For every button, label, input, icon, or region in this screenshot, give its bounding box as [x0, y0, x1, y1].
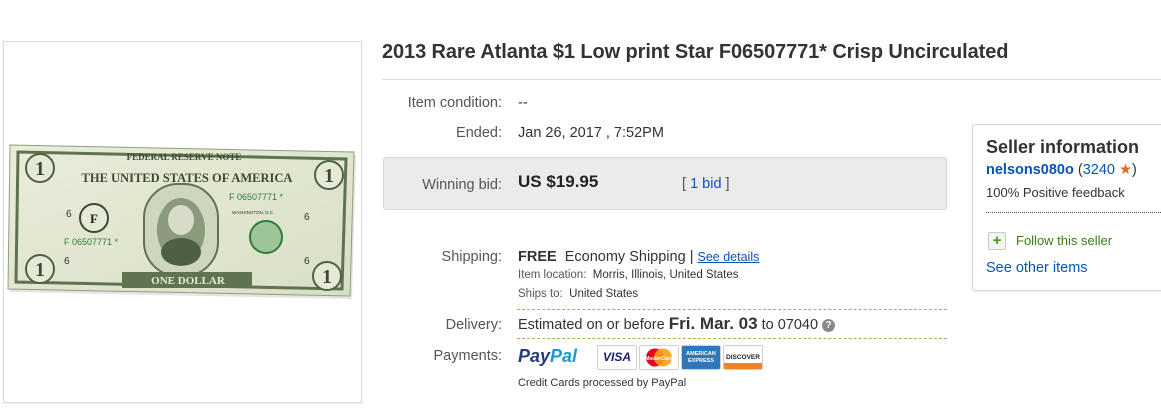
bill-denomination: ONE DOLLAR [151, 275, 226, 287]
star-icon: ★ [1119, 162, 1133, 178]
shipping-value: FREE Economy Shipping | See details [518, 249, 759, 265]
paypal-pal: Pal [550, 346, 578, 366]
bill-washington: WASHINGTON, D.C. [232, 210, 274, 215]
delivery-value: Estimated on or before Fri. Mar. 03 to 0… [518, 314, 836, 334]
item-location-value: Morris, Illinois, United States [592, 269, 739, 281]
delivery-divider-bottom [517, 338, 947, 339]
score-close: ) [1132, 162, 1137, 178]
discover-label: DISCOVER [726, 354, 760, 361]
bid-count-open: [ [682, 176, 687, 192]
ended-value: Jan 26, 2017 , 7:52PM [518, 125, 664, 141]
winning-bid-price: US $19.95 [518, 172, 599, 191]
mastercard-label: MasterCard [645, 356, 673, 362]
winning-bid-label: Winning bid: [422, 177, 502, 193]
bid-count-close: ] [725, 176, 730, 192]
amex-card-icon: AMERICAN EXPRESS [681, 345, 721, 370]
credit-cards-note: Credit Cards processed by PayPal [518, 377, 687, 389]
bill-corner-number: 1 [324, 165, 334, 187]
payments-label: Payments: [433, 348, 503, 364]
positive-feedback: 100% Positive feedback [986, 185, 1125, 200]
follow-plus-icon[interactable]: + [988, 232, 1006, 250]
bill-serial: F 06507771 * [229, 192, 284, 202]
bid-count: [ 1 bid ] [682, 176, 730, 192]
seller-name-link[interactable]: nelsons080o [986, 162, 1074, 178]
listing-title: 2013 Rare Atlanta $1 Low print Star F065… [382, 41, 1009, 63]
dollar-bill-image: FEDERAL RESERVE NOTE THE UNITED STATES O… [7, 144, 356, 299]
delivery-divider-top [517, 309, 947, 310]
item-location: Item location: Morris, Illinois, United … [518, 269, 739, 281]
bill-district-number: 6 [304, 212, 310, 223]
bill-district-number: 6 [66, 209, 72, 220]
title-divider [382, 79, 1161, 80]
item-location-label: Item location: [518, 269, 587, 281]
bill-serial-lower: F 06507771 * [64, 237, 119, 247]
bill-country: THE UNITED STATES OF AMERICA [82, 171, 293, 185]
discover-stripe [724, 363, 762, 369]
bill-corner-number: 1 [322, 266, 332, 288]
bid-count-link[interactable]: 1 bid [690, 176, 721, 192]
ships-to-label: Ships to: [518, 288, 563, 300]
seller-info-title: Seller information [986, 137, 1140, 157]
delivery-label: Delivery: [445, 317, 502, 333]
bill-district-number: 6 [304, 256, 310, 267]
condition-label: Item condition: [407, 95, 502, 111]
seller-name-row: nelsons080o (3240 ★) [986, 162, 1137, 178]
product-image-panel[interactable]: FEDERAL RESERVE NOTE THE UNITED STATES O… [3, 41, 362, 403]
paypal-pay: Pay [518, 346, 551, 366]
mastercard-icon: MasterCard [639, 345, 679, 370]
see-other-items-link[interactable]: See other items [986, 260, 1088, 276]
shipping-method: Economy Shipping [564, 249, 686, 265]
ebay-listing-page: FEDERAL RESERVE NOTE THE UNITED STATES O… [0, 0, 1161, 411]
help-icon[interactable]: ? [822, 318, 836, 332]
delivery-to: to 07040 [761, 317, 819, 333]
feedback-score-link[interactable]: 3240 [1083, 162, 1115, 178]
seller-divider [986, 212, 1161, 213]
ships-to-value: United States [569, 288, 639, 300]
condition-value: -- [518, 95, 528, 111]
visa-card-icon: VISA [597, 345, 637, 370]
delivery-prefix: Estimated on or before [518, 317, 665, 333]
bill-corner-number: 1 [35, 158, 45, 180]
shipping-free: FREE [518, 249, 557, 265]
discover-card-icon: DISCOVER [723, 345, 763, 370]
shipping-label: Shipping: [441, 249, 502, 265]
ships-to: Ships to: United States [518, 288, 638, 300]
shipping-separator: | [689, 249, 694, 265]
bill-district-number: 6 [64, 256, 70, 267]
see-details-link[interactable]: See details [698, 250, 760, 264]
delivery-date: Fri. Mar. 03 [668, 314, 758, 333]
paypal-logo: PayPal [518, 346, 577, 367]
bill-corner-number: 1 [35, 259, 45, 281]
bill-seal-letter: F [90, 211, 98, 226]
ended-label: Ended: [456, 125, 502, 141]
bill-header: FEDERAL RESERVE NOTE [127, 152, 242, 162]
follow-seller-link[interactable]: Follow this seller [1016, 233, 1112, 248]
